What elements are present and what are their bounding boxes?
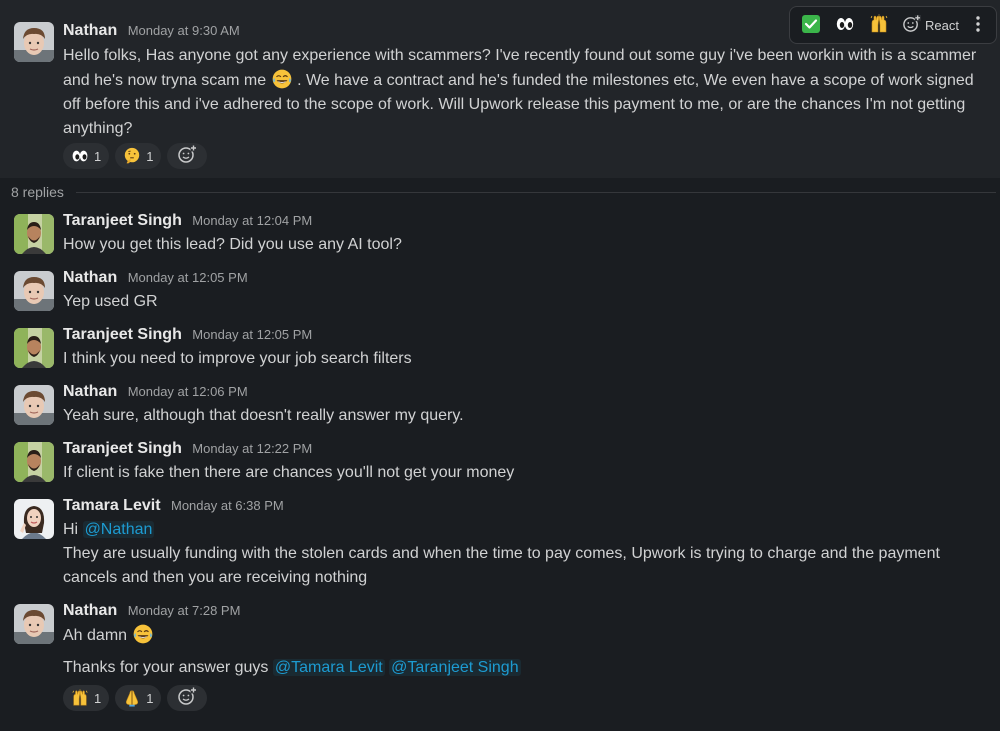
timestamp[interactable]: Monday at 6:38 PM <box>171 498 284 513</box>
author-name[interactable]: Nathan <box>63 602 117 619</box>
folded-hands-emoji-icon <box>123 689 141 707</box>
message-actions-toolbar: React <box>789 6 997 44</box>
timestamp[interactable]: Monday at 12:06 PM <box>128 384 248 399</box>
message-header: Taranjeet Singh Monday at 12:22 PM <box>63 440 312 458</box>
reaction-count: 1 <box>146 690 154 706</box>
divider-line <box>75 191 996 193</box>
reaction-eyes[interactable]: 1 <box>63 143 110 169</box>
avatar[interactable] <box>14 385 54 425</box>
author-name[interactable]: Nathan <box>63 383 117 400</box>
avatar[interactable] <box>14 604 54 644</box>
message-text: How you get this lead? Did you use any A… <box>63 236 402 253</box>
raised-hands-emoji-icon <box>869 14 889 37</box>
add-reaction-button[interactable] <box>167 143 208 169</box>
check-mark-reaction-button[interactable] <box>796 10 826 40</box>
author-name[interactable]: Nathan <box>63 22 117 39</box>
author-name[interactable]: Nathan <box>63 269 117 286</box>
raised-hands-emoji-icon <box>71 689 89 707</box>
eyes-reaction-button[interactable] <box>830 10 860 40</box>
raised-hands-reaction-button[interactable] <box>864 10 894 40</box>
react-button[interactable]: React <box>898 10 963 40</box>
message-text: Yep used GR <box>63 293 158 310</box>
mention-link[interactable]: @Tamara Levit <box>272 659 385 676</box>
message-header: Taranjeet Singh Monday at 12:04 PM <box>63 212 312 230</box>
thinking-face-emoji-icon <box>123 147 141 165</box>
message-header: Nathan Monday at 9:30 AM <box>63 22 240 40</box>
avatar[interactable] <box>14 214 54 254</box>
message-text: Thanks for your answer guys @Tamara Levi… <box>63 659 521 676</box>
react-label: React <box>925 17 959 33</box>
message-text: If client is fake then there are chances… <box>63 464 515 481</box>
timestamp[interactable]: Monday at 12:22 PM <box>192 441 312 456</box>
laughing-emoji-icon <box>271 68 293 90</box>
eyes-emoji-icon <box>71 147 89 165</box>
timestamp[interactable]: Monday at 7:28 PM <box>128 603 241 618</box>
reactions-bar: 1 1 <box>63 143 208 169</box>
message-greeting: Hi @Nathan <box>63 521 155 538</box>
laughing-emoji-icon <box>132 623 154 645</box>
avatar[interactable] <box>14 22 54 62</box>
message-text: Hello folks, Has anyone got any experien… <box>63 47 977 137</box>
message-text: Ah damn <box>63 623 154 648</box>
author-name[interactable]: Taranjeet Singh <box>63 326 182 343</box>
author-name[interactable]: Tamara Levit <box>63 497 161 514</box>
timestamp[interactable]: Monday at 12:05 PM <box>192 327 312 342</box>
message-header: Nathan Monday at 7:28 PM <box>63 602 240 620</box>
mention-link[interactable]: @Nathan <box>82 521 155 538</box>
message-header: Tamara Levit Monday at 6:38 PM <box>63 497 284 515</box>
reaction-count: 1 <box>94 690 102 706</box>
reaction-folded-hands[interactable]: 1 <box>115 685 162 711</box>
timestamp[interactable]: Monday at 9:30 AM <box>128 23 240 38</box>
more-actions-button[interactable] <box>967 10 989 40</box>
message-text: Yeah sure, although that doesn't really … <box>63 407 464 424</box>
add-reaction-icon <box>902 14 921 36</box>
mention-link[interactable]: @Taranjeet Singh <box>389 659 521 676</box>
timestamp[interactable]: Monday at 12:05 PM <box>128 270 248 285</box>
message-header: Nathan Monday at 12:06 PM <box>63 383 248 401</box>
message-text: They are usually funding with the stolen… <box>63 545 940 586</box>
add-reaction-icon <box>177 686 197 711</box>
replies-divider: 8 replies <box>11 184 996 200</box>
author-name[interactable]: Taranjeet Singh <box>63 440 182 457</box>
avatar[interactable] <box>14 271 54 311</box>
timestamp[interactable]: Monday at 12:04 PM <box>192 213 312 228</box>
message-header: Nathan Monday at 12:05 PM <box>63 269 248 287</box>
avatar[interactable] <box>14 499 54 539</box>
reaction-count: 1 <box>94 148 102 164</box>
more-vertical-icon <box>975 15 981 36</box>
message-header: Taranjeet Singh Monday at 12:05 PM <box>63 326 312 344</box>
message-text: I think you need to improve your job sea… <box>63 350 412 367</box>
reaction-raised-hands[interactable]: 1 <box>63 685 110 711</box>
eyes-emoji-icon <box>835 14 855 37</box>
replies-count: 8 replies <box>11 184 64 200</box>
reaction-thinking[interactable]: 1 <box>115 143 162 169</box>
check-mark-emoji-icon <box>801 14 821 37</box>
reaction-count: 1 <box>146 148 154 164</box>
reactions-bar: 1 1 <box>63 685 208 711</box>
avatar[interactable] <box>14 442 54 482</box>
add-reaction-icon <box>177 144 197 169</box>
avatar[interactable] <box>14 328 54 368</box>
add-reaction-button[interactable] <box>167 685 208 711</box>
author-name[interactable]: Taranjeet Singh <box>63 212 182 229</box>
